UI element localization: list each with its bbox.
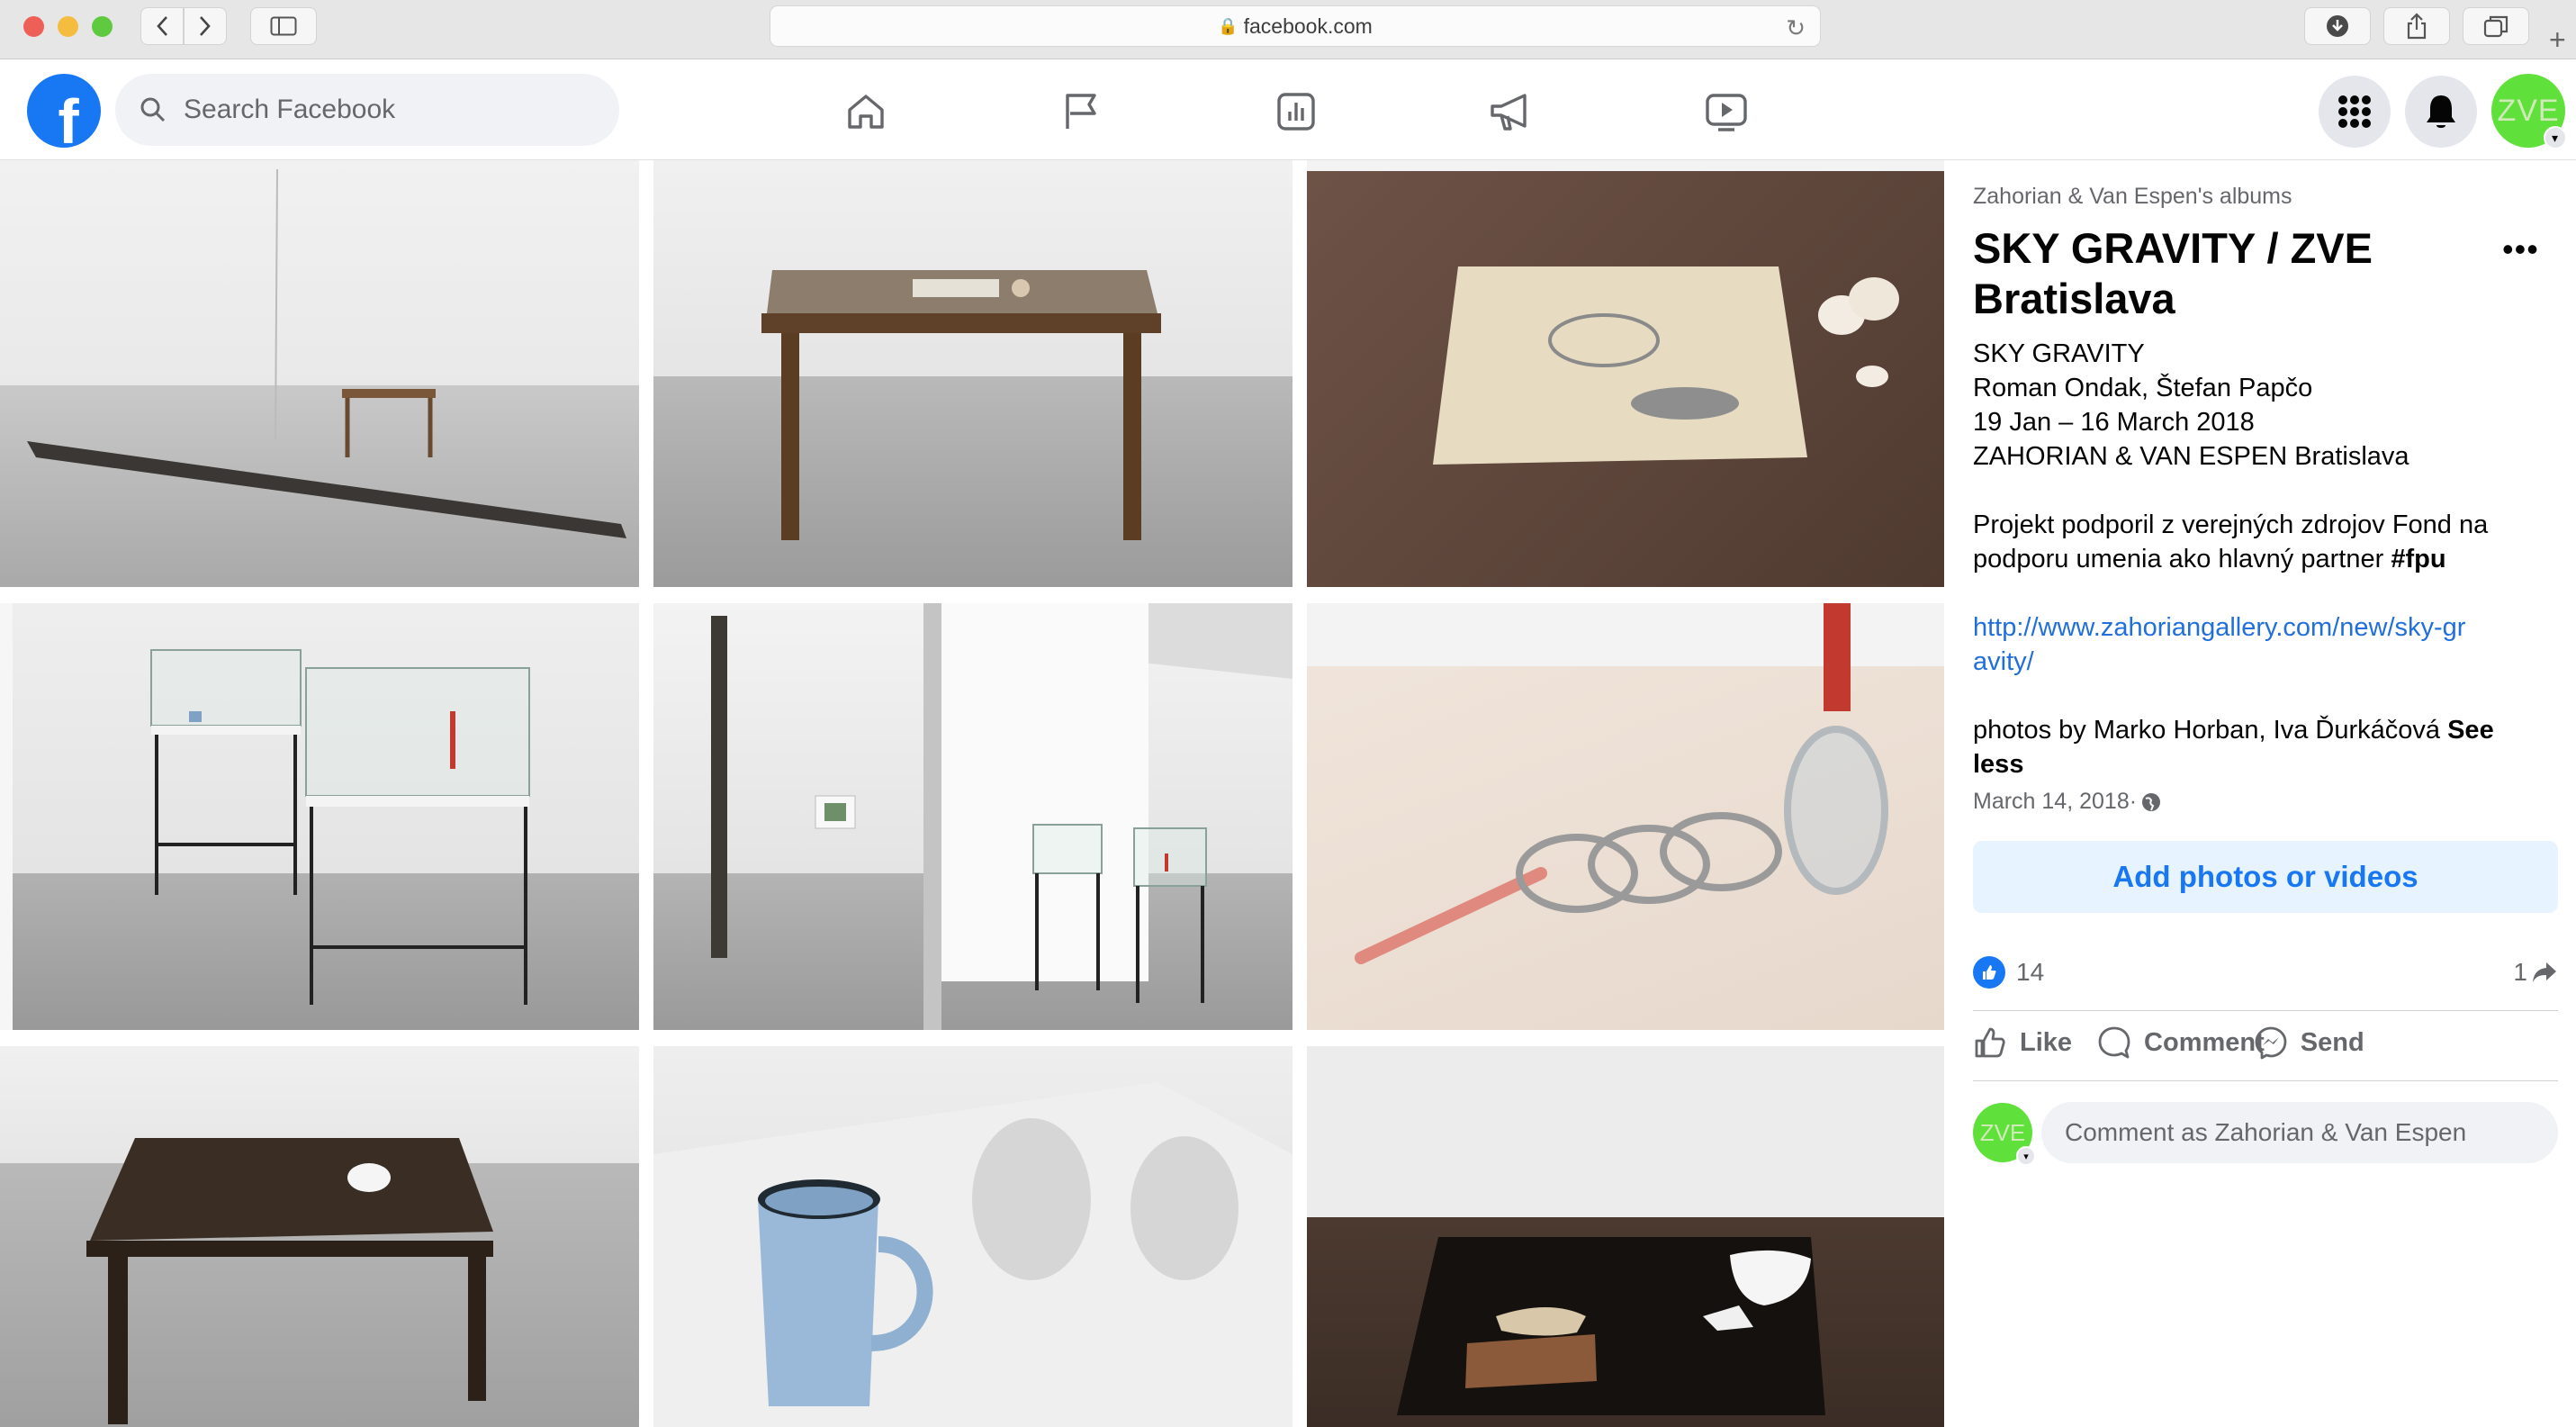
tabs-icon	[2483, 15, 2508, 38]
album-photo-grid	[0, 160, 1944, 1427]
download-icon	[2327, 15, 2348, 37]
reload-icon[interactable]: ↻	[1786, 14, 1806, 42]
likes-count[interactable]: 14	[2016, 958, 2044, 987]
search-input[interactable]	[184, 95, 598, 125]
desc-line: Roman Ondak, Štefan Papčo	[1973, 374, 2313, 402]
thumbs-up-icon	[1975, 1027, 2005, 1058]
insights-nav-tab[interactable]	[1271, 86, 1321, 137]
avatar-initials: ZVE	[2497, 93, 2560, 128]
like-button[interactable]: Like	[1973, 1025, 2072, 1060]
megaphone-icon	[1491, 94, 1527, 131]
album-info-panel: Zahorian & Van Espen's albums SKY GRAVIT…	[1944, 160, 2576, 1427]
divider	[1973, 1010, 2558, 1011]
album-photo[interactable]	[0, 603, 639, 1030]
messenger-icon	[2255, 1026, 2287, 1060]
desc-line: SKY GRAVITY	[1973, 339, 2145, 368]
sidebar-icon	[270, 16, 297, 36]
browser-toolbar: 🔒 facebook.com ↻ +	[0, 0, 2576, 59]
album-photo[interactable]	[1307, 603, 1944, 1030]
add-photos-button[interactable]: Add photos or videos	[1973, 841, 2558, 913]
album-photo[interactable]	[0, 160, 639, 587]
album-title: SKY GRAVITY / ZVE Bratislava	[1973, 224, 2373, 322]
facebook-top-nav: f ZVE ▾	[0, 59, 2576, 160]
url-text: facebook.com	[1243, 14, 1373, 38]
post-date: March 14, 2018 ·	[1973, 789, 2162, 815]
notifications-button[interactable]	[2405, 76, 2477, 148]
divider	[1973, 1080, 2558, 1081]
share-arrow-icon	[2533, 962, 2556, 982]
album-photo[interactable]	[653, 160, 1293, 587]
grid-menu-icon	[2338, 95, 2371, 128]
chevron-down-icon[interactable]: ▾	[2544, 126, 2567, 149]
ads-nav-tab[interactable]	[1487, 86, 1537, 137]
home-nav-tab[interactable]	[841, 86, 891, 137]
profile-avatar[interactable]: ZVE ▾	[2491, 74, 2567, 149]
watch-nav-tab[interactable]	[1701, 86, 1752, 137]
forward-button[interactable]	[184, 7, 227, 45]
post-actions: Like Comment Send	[1973, 1016, 2558, 1070]
photos-credit: photos by Marko Horban, Iva Ďurkáčová Se…	[1973, 716, 2494, 779]
downloads-button[interactable]	[2304, 7, 2371, 45]
chevron-right-icon	[200, 16, 211, 36]
chevron-down-icon[interactable]: ▾	[2016, 1146, 2036, 1166]
more-options-button[interactable]: •••	[2502, 230, 2539, 268]
shares-indicator[interactable]: 1	[2513, 958, 2558, 987]
album-photo[interactable]	[1307, 160, 1944, 587]
home-icon	[848, 95, 884, 129]
comment-placeholder: Comment as Zahorian & Van Espen	[2065, 1118, 2467, 1146]
albums-link[interactable]: Zahorian & Van Espen's albums	[1973, 184, 2292, 210]
like-reaction-icon[interactable]	[1973, 956, 2005, 989]
zoom-window-button[interactable]	[92, 16, 113, 37]
flag-icon	[1066, 94, 1096, 129]
video-play-icon	[1706, 94, 1747, 131]
comment-composer: ZVE ▾ Comment as Zahorian & Van Espen	[1973, 1100, 2558, 1166]
album-photo[interactable]	[653, 603, 1293, 1030]
bell-icon	[2427, 95, 2455, 128]
album-photo[interactable]	[1307, 1046, 1944, 1427]
comment-input[interactable]: Comment as Zahorian & Van Espen	[2041, 1102, 2558, 1163]
pages-nav-tab[interactable]	[1056, 86, 1106, 137]
date-text[interactable]: March 14, 2018	[1973, 789, 2130, 815]
share-button[interactable]	[2383, 7, 2450, 45]
menu-button[interactable]	[2319, 76, 2391, 148]
comment-icon	[2098, 1026, 2130, 1059]
globe-icon	[2142, 792, 2161, 811]
back-button[interactable]	[140, 7, 184, 45]
bar-chart-icon	[1277, 93, 1315, 131]
album-photo[interactable]	[653, 1046, 1293, 1427]
address-bar[interactable]: 🔒 facebook.com ↻	[770, 5, 1821, 47]
gallery-link[interactable]: http://www.zahoriangallery.com/new/sky-g…	[1973, 613, 2465, 676]
new-tab-button[interactable]: +	[2549, 23, 2566, 57]
chevron-left-icon	[157, 16, 167, 36]
send-button[interactable]: Send	[2254, 1025, 2364, 1060]
share-icon	[2407, 13, 2427, 40]
search-box[interactable]	[115, 74, 619, 146]
desc-line: ZAHORIAN & VAN ESPEN Bratislava	[1973, 442, 2409, 471]
shares-count: 1	[2513, 958, 2527, 986]
commenter-avatar[interactable]: ZVE ▾	[1973, 1103, 2036, 1166]
hashtag-link[interactable]: #fpu	[2391, 545, 2445, 574]
album-photo[interactable]	[0, 1046, 639, 1427]
close-window-button[interactable]	[23, 16, 44, 37]
tabs-overview-button[interactable]	[2463, 7, 2529, 45]
lock-icon: 🔒	[1218, 16, 1238, 35]
minimize-window-button[interactable]	[58, 16, 78, 37]
album-description: SKY GRAVITY Roman Ondak, Štefan Papčo 19…	[1973, 337, 2549, 781]
comment-button[interactable]: Comment	[2097, 1025, 2265, 1060]
desc-line: 19 Jan – 16 March 2018	[1973, 408, 2255, 437]
funding-text: Projekt podporil z verejných zdrojov Fon…	[1973, 510, 2489, 574]
sidebar-toggle-button[interactable]	[250, 7, 317, 45]
reactions-bar: 14 1	[1973, 954, 2558, 990]
facebook-logo[interactable]: f	[27, 74, 101, 148]
search-icon	[135, 92, 171, 128]
